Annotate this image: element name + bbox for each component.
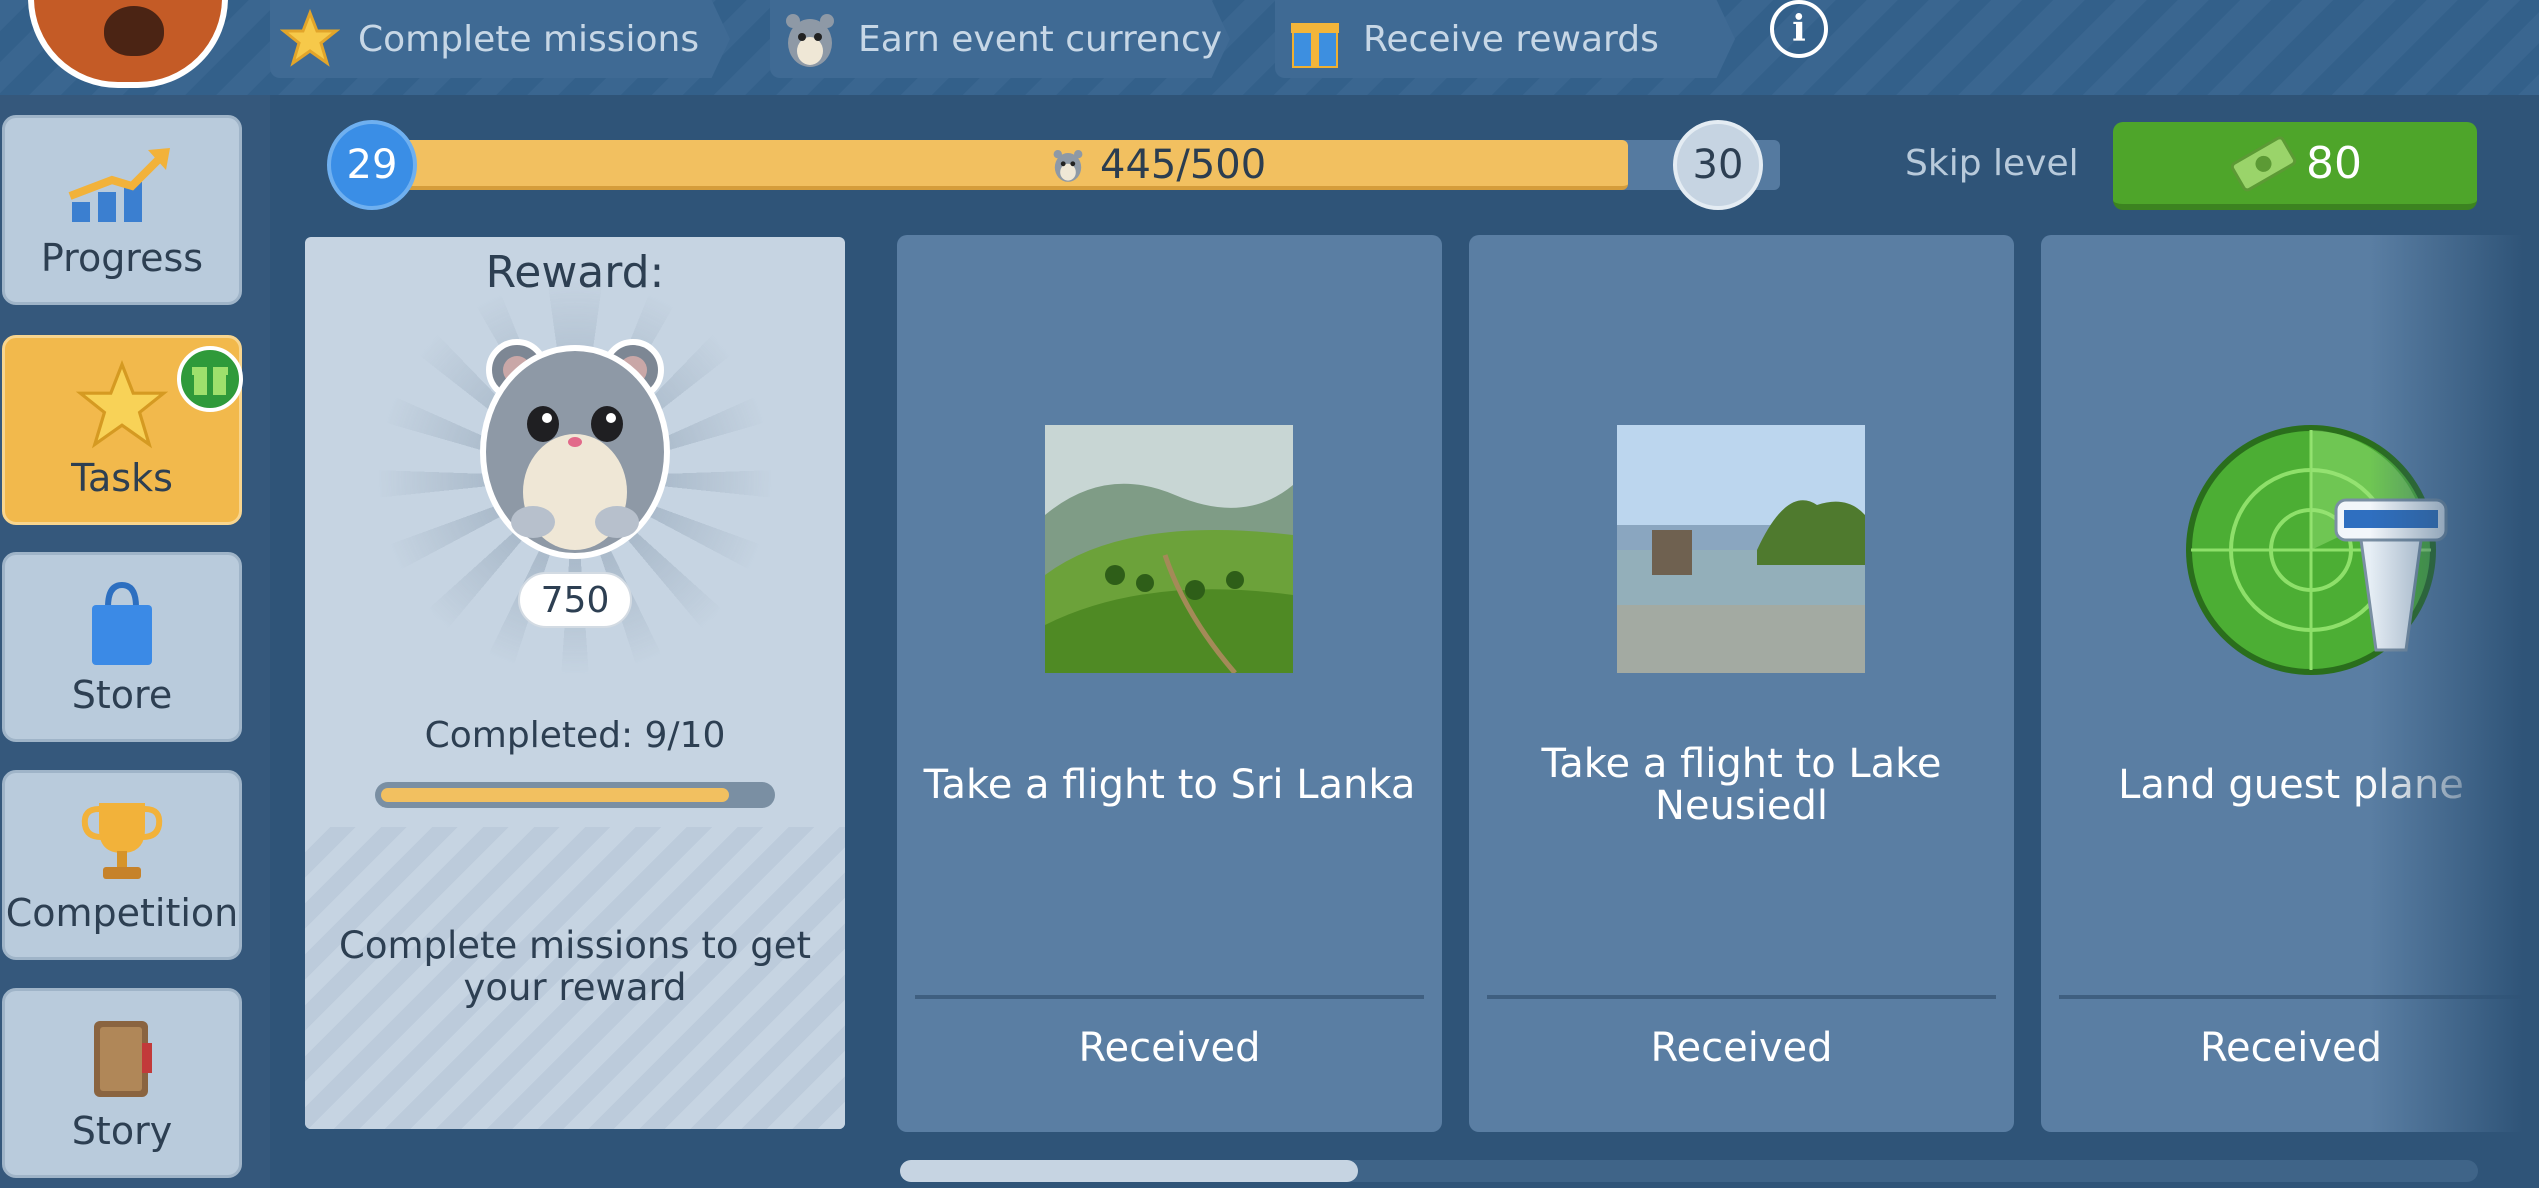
level-progress-fill <box>400 140 1629 190</box>
current-level-badge: 29 <box>327 120 417 210</box>
task-divider <box>1487 995 1996 999</box>
sidebar: Progress Tasks Store Competition Story <box>0 95 270 1188</box>
hamster-icon <box>786 14 834 67</box>
horizontal-scrollbar[interactable] <box>900 1160 2478 1182</box>
sidebar-item-progress[interactable]: Progress <box>2 115 242 305</box>
skip-level-label: Skip level <box>1905 143 2079 184</box>
book-icon <box>94 1021 152 1097</box>
hamster-reward-icon <box>480 339 670 559</box>
skip-level-button[interactable]: 80 <box>2113 122 2477 210</box>
paw-logo <box>28 0 228 88</box>
hamster-icon <box>1053 150 1083 182</box>
task-title: Take a flight to Sri Lanka <box>923 762 1416 808</box>
gift-icon <box>1291 23 1339 68</box>
main-panel: 445/500 29 30 Skip level 80 Reward: 750 … <box>270 95 2539 1188</box>
scroll-fade <box>2370 235 2539 1135</box>
trophy-icon <box>81 803 163 879</box>
reward-card: Reward: 750 Completed: 9/10 Complete mis… <box>305 237 845 1129</box>
level-progress-label: 445/500 <box>1050 140 1266 190</box>
task-status: Received <box>1078 1025 1261 1071</box>
sidebar-item-story[interactable]: Story <box>2 988 242 1178</box>
progress-chart-icon <box>68 148 170 222</box>
star-icon <box>75 359 169 449</box>
sidebar-item-tasks[interactable]: Tasks <box>2 335 243 525</box>
next-level-badge: 30 <box>1673 120 1763 210</box>
task-divider <box>915 995 1424 999</box>
completed-progress-bar <box>375 782 775 808</box>
step-earn-currency: Earn event currency <box>770 0 1230 78</box>
step-receive-rewards: Receive rewards <box>1275 0 1735 78</box>
sidebar-item-store[interactable]: Store <box>2 552 242 742</box>
reward-amount: 750 <box>518 572 632 628</box>
step-complete-missions: Complete missions <box>270 0 730 78</box>
top-banner: Complete missions Earn event currency Re… <box>0 0 2539 95</box>
completed-progress-fill <box>381 788 729 802</box>
reward-title: Reward: <box>485 247 665 298</box>
tea-plantation-image <box>1045 425 1293 673</box>
completed-count: Completed: 9/10 <box>424 715 726 756</box>
info-icon[interactable]: i <box>1770 0 1828 58</box>
shopping-bag-icon <box>92 581 152 665</box>
scrollbar-thumb[interactable] <box>900 1160 1358 1182</box>
lake-image <box>1617 425 1865 673</box>
level-progress-bar: 445/500 <box>400 140 1780 190</box>
task-card[interactable]: Take a flight to Lake Neusiedl Received <box>1469 235 2014 1132</box>
sidebar-item-competition[interactable]: Competition <box>2 770 242 960</box>
cash-icon <box>2230 136 2297 192</box>
task-card[interactable]: Take a flight to Sri Lanka Received <box>897 235 1442 1132</box>
gift-badge-icon <box>177 346 243 412</box>
star-icon <box>280 9 340 67</box>
task-status: Received <box>1650 1025 1833 1071</box>
task-title: Take a flight to Lake Neusiedl <box>1541 741 1942 829</box>
reward-hint: Complete missions to get your reward <box>338 924 812 1009</box>
